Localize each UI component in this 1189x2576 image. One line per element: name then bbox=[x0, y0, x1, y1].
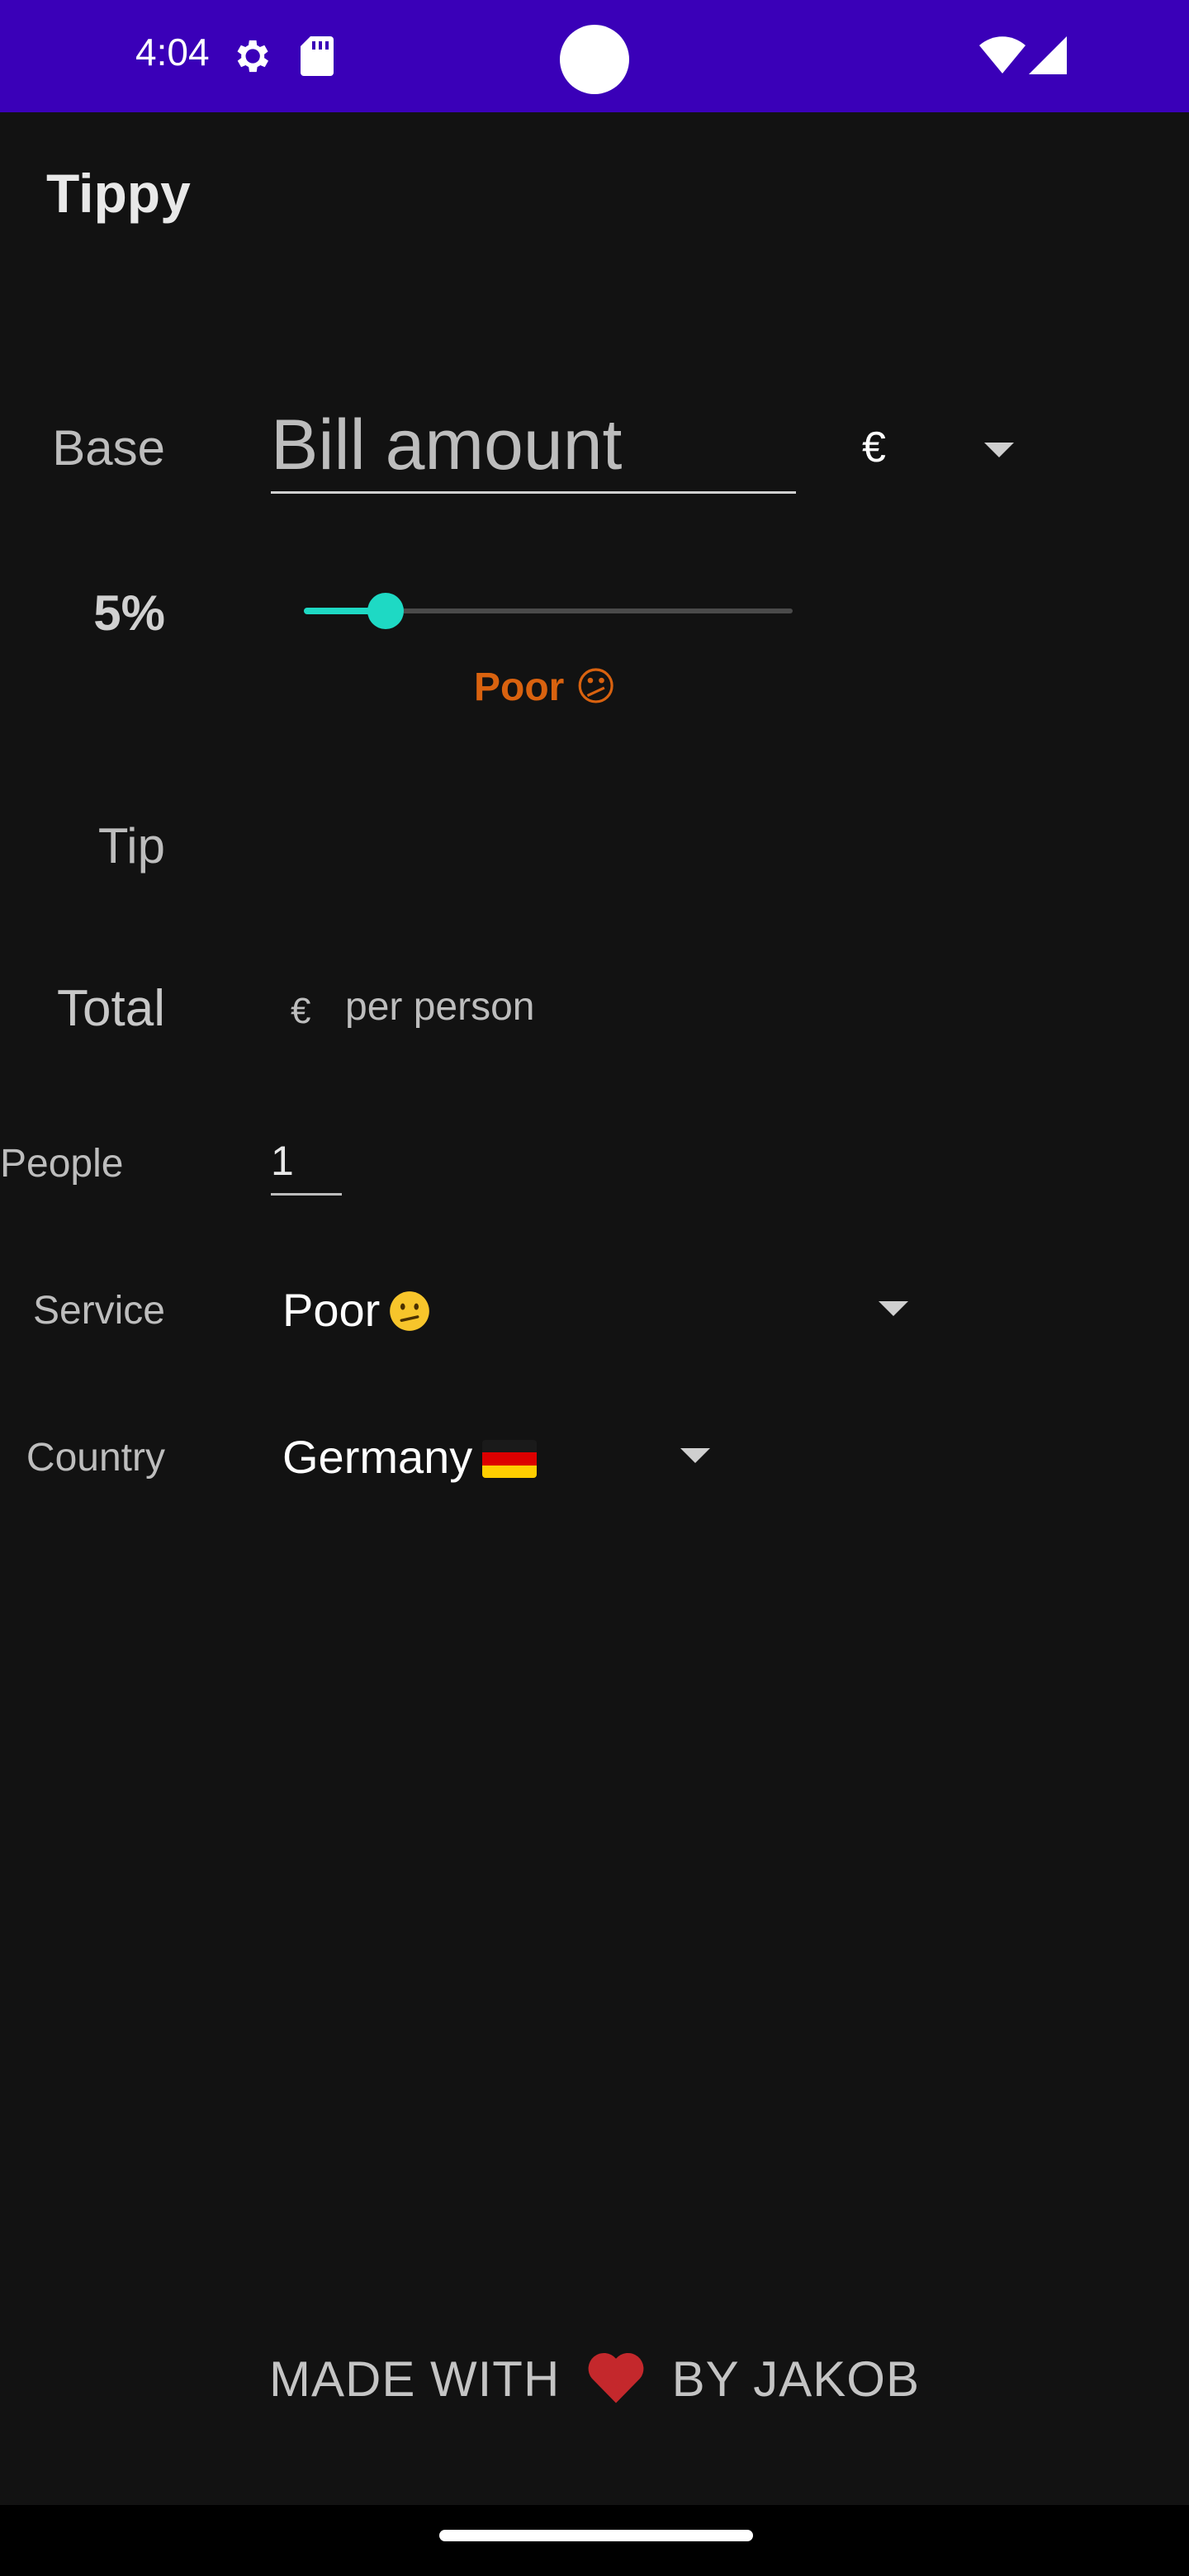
tip-quality-text: Poor 😕 bbox=[474, 665, 617, 709]
germany-flag-icon bbox=[482, 1440, 538, 1478]
app-title: Tippy bbox=[46, 163, 191, 224]
sd-card-icon bbox=[301, 36, 334, 76]
settings-gear-icon bbox=[237, 40, 269, 73]
tip-quality-description: Poor 😕 bbox=[474, 664, 617, 710]
tip-percent-label: 5% bbox=[93, 585, 165, 641]
bill-amount-input[interactable] bbox=[271, 403, 796, 494]
country-label: Country bbox=[26, 1436, 165, 1480]
navigation-bar bbox=[0, 2505, 1189, 2576]
status-bar: 4:04 bbox=[0, 0, 1189, 112]
chevron-down-icon bbox=[879, 1301, 908, 1316]
base-label: Base bbox=[52, 420, 165, 476]
country-selected: Germany bbox=[282, 1430, 538, 1484]
total-label: Total bbox=[57, 980, 165, 1037]
people-label: People bbox=[0, 1142, 124, 1186]
cell-signal-icon bbox=[1029, 36, 1067, 74]
currency-dropdown[interactable]: € bbox=[855, 416, 1021, 482]
footer-suffix: BY JAKOB bbox=[671, 2351, 920, 2407]
footer-prefix: MADE WITH bbox=[268, 2351, 561, 2407]
country-selected-text: Germany bbox=[282, 1431, 473, 1483]
confused-face-icon bbox=[390, 1291, 430, 1331]
tippy-screen: 4:04 Tippy Base € 5% Poor 😕 bbox=[0, 0, 1189, 2576]
tip-label: Tip bbox=[97, 818, 165, 874]
tip-percent-slider[interactable] bbox=[304, 588, 793, 634]
currency-value: € bbox=[862, 424, 886, 471]
status-time: 4:04 bbox=[135, 31, 210, 73]
home-gesture-handle[interactable] bbox=[439, 2530, 753, 2541]
service-selected: Poor bbox=[282, 1283, 431, 1337]
heart-icon bbox=[588, 2352, 644, 2403]
footer-credit: MADE WITH BY JAKOB bbox=[0, 2350, 1189, 2408]
camera-cutout bbox=[560, 25, 629, 94]
slider-thumb[interactable] bbox=[367, 593, 404, 629]
chevron-down-icon bbox=[680, 1448, 710, 1463]
people-input[interactable] bbox=[271, 1133, 342, 1196]
service-label: Service bbox=[32, 1289, 165, 1333]
country-dropdown[interactable]: Germany bbox=[281, 1423, 727, 1489]
chevron-down-icon bbox=[984, 443, 1014, 457]
total-currency: € bbox=[291, 991, 311, 1031]
service-dropdown[interactable]: Poor bbox=[281, 1276, 925, 1342]
wifi-icon bbox=[979, 36, 1026, 73]
service-selected-text: Poor bbox=[282, 1284, 381, 1336]
per-person-text: per person bbox=[345, 985, 535, 1029]
